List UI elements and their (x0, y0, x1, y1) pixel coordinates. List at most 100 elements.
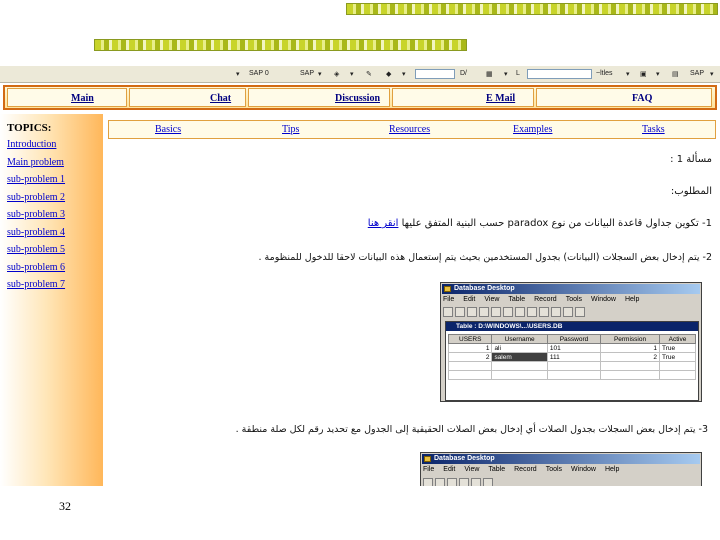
cut-icon[interactable] (443, 307, 453, 317)
pencil-icon[interactable]: ✎ (366, 70, 372, 78)
restructure-icon[interactable] (575, 307, 585, 317)
table-row[interactable]: 1 ali 101 1 True (447, 343, 697, 353)
toolbar-item[interactable]: D/ (460, 70, 467, 77)
menu-edit[interactable]: Edit (463, 296, 475, 303)
table-row (447, 361, 697, 371)
nav-discussion-link[interactable]: Discussion (335, 93, 380, 104)
toolbar-button-icon[interactable]: ▾ (350, 70, 354, 78)
grid-icon[interactable]: ▦ (486, 70, 493, 78)
toolbar-dropdown-icon[interactable]: ▾ (626, 70, 630, 78)
sidebar-item-introduction[interactable]: Introduction (7, 139, 56, 150)
nav-chat-link[interactable]: Chat (210, 93, 231, 104)
copy-icon[interactable] (455, 307, 465, 317)
menu-view[interactable]: View (464, 466, 479, 473)
subnav-tasks-link[interactable]: Tasks (642, 124, 665, 135)
next-record-icon[interactable] (515, 307, 525, 317)
menu-table[interactable]: Table (488, 466, 505, 473)
prev-set-icon[interactable] (491, 307, 501, 317)
toolbar-dropdown-icon[interactable]: ▾ (402, 70, 406, 78)
table-cell[interactable]: 111 (546, 352, 602, 362)
click-here-link[interactable]: انقر هنا (368, 218, 399, 229)
column-header[interactable]: Permission (600, 334, 660, 344)
sidebar-item-sub-problem-7[interactable]: sub-problem 7 (7, 279, 65, 290)
window-titlebar: Database Desktop (422, 454, 700, 464)
sidebar-item-sub-problem-6[interactable]: sub-problem 6 (7, 262, 65, 273)
toolbar-button-icon[interactable]: ▾ (656, 70, 660, 78)
paste-icon[interactable] (467, 307, 477, 317)
field-view-icon[interactable] (563, 307, 573, 317)
database-desktop-window-2: Database Desktop File Edit View Table Record… (420, 452, 702, 486)
toolbar-button-icon[interactable]: ◈ (334, 70, 339, 78)
toolbar-dropdown-icon[interactable]: ▾ (236, 70, 240, 78)
menu-table[interactable]: Table (508, 296, 525, 303)
copy-icon[interactable] (435, 478, 445, 486)
menu-help[interactable]: Help (605, 466, 619, 473)
subnav-basics-link[interactable]: Basics (155, 124, 181, 135)
table-cell[interactable]: salem (491, 352, 548, 362)
toolbar-button-icon[interactable]: ▣ (640, 70, 647, 78)
first-record-icon[interactable] (459, 478, 469, 486)
table-cell[interactable]: True (658, 352, 697, 362)
menu-view[interactable]: View (484, 296, 499, 303)
prev-record-icon[interactable] (471, 478, 481, 486)
toolbar-item[interactable]: SAP (690, 70, 704, 77)
table-cell[interactable]: 1 (600, 343, 660, 353)
db-toolbar (443, 307, 585, 319)
sidebar-item-sub-problem-4[interactable]: sub-problem 4 (7, 227, 65, 238)
menu-help[interactable]: Help (625, 296, 639, 303)
prev-record-icon[interactable] (503, 307, 513, 317)
toolbar-field[interactable] (527, 69, 592, 79)
database-desktop-window: Database Desktop File Edit View Table Record… (440, 282, 702, 402)
last-record-icon[interactable] (539, 307, 549, 317)
table-cell[interactable]: True (658, 343, 697, 353)
table-cell[interactable]: 1 (447, 343, 493, 353)
menu-window[interactable]: Window (571, 466, 596, 473)
menu-record[interactable]: Record (514, 466, 537, 473)
toolbar-dropdown-icon[interactable]: ▾ (318, 70, 322, 78)
subnav-tips-link[interactable]: Tips (282, 124, 299, 135)
subnav-resources-link[interactable]: Resources (389, 124, 430, 135)
toolbar-dropdown-icon[interactable]: ▾ (504, 70, 508, 78)
toolbar-item[interactable]: ~ltles (596, 70, 613, 77)
nav-main-link[interactable]: Main (71, 93, 94, 104)
next-record-icon[interactable] (483, 478, 493, 486)
menu-file[interactable]: File (443, 296, 454, 303)
toolbar-item[interactable]: L (516, 70, 520, 77)
step-2-text: 2- يتم إدخال بعض السجلات (البيانات) بجدو… (258, 252, 712, 263)
sidebar-item-sub-problem-1[interactable]: sub-problem 1 (7, 174, 65, 185)
menu-window[interactable]: Window (591, 296, 616, 303)
menu-tools[interactable]: Tools (566, 296, 582, 303)
table-cell[interactable]: 101 (546, 343, 602, 353)
toolbar-field[interactable] (415, 69, 455, 79)
database-icon (444, 286, 451, 292)
toolbar-item[interactable]: SAP 0 (249, 70, 269, 77)
table-cell[interactable]: 2 (447, 352, 493, 362)
menu-record[interactable]: Record (534, 296, 557, 303)
sidebar-item-sub-problem-3[interactable]: sub-problem 3 (7, 209, 65, 220)
sidebar-item-sub-problem-2[interactable]: sub-problem 2 (7, 192, 65, 203)
table-cell[interactable]: ali (491, 343, 548, 353)
sidebar-item-sub-problem-5[interactable]: sub-problem 5 (7, 244, 65, 255)
column-header[interactable]: Active (658, 334, 697, 344)
toolbar-button-icon[interactable]: ◆ (386, 70, 391, 78)
paste-icon[interactable] (447, 478, 457, 486)
column-header[interactable]: Username (491, 334, 548, 344)
table-row[interactable]: 2 salem 111 2 True (447, 352, 697, 362)
table-cell[interactable]: 2 (600, 352, 660, 362)
nav-faq-link[interactable]: FAQ (632, 93, 652, 104)
menu-edit[interactable]: Edit (443, 466, 455, 473)
menu-file[interactable]: File (423, 466, 434, 473)
sidebar-item-main-problem[interactable]: Main problem (7, 157, 64, 168)
column-header[interactable]: Password (546, 334, 602, 344)
nav-email-link[interactable]: E Mail (486, 93, 515, 104)
column-header[interactable]: USERS (447, 334, 493, 344)
menu-tools[interactable]: Tools (546, 466, 562, 473)
first-record-icon[interactable] (479, 307, 489, 317)
edit-icon[interactable] (551, 307, 561, 317)
toolbar-item[interactable]: SAP (300, 70, 314, 77)
toolbar-dropdown-icon[interactable]: ▾ (710, 70, 714, 78)
toolbar-button-icon[interactable]: ▤ (672, 70, 679, 78)
subnav-examples-link[interactable]: Examples (513, 124, 552, 135)
next-set-icon[interactable] (527, 307, 537, 317)
cut-icon[interactable] (423, 478, 433, 486)
